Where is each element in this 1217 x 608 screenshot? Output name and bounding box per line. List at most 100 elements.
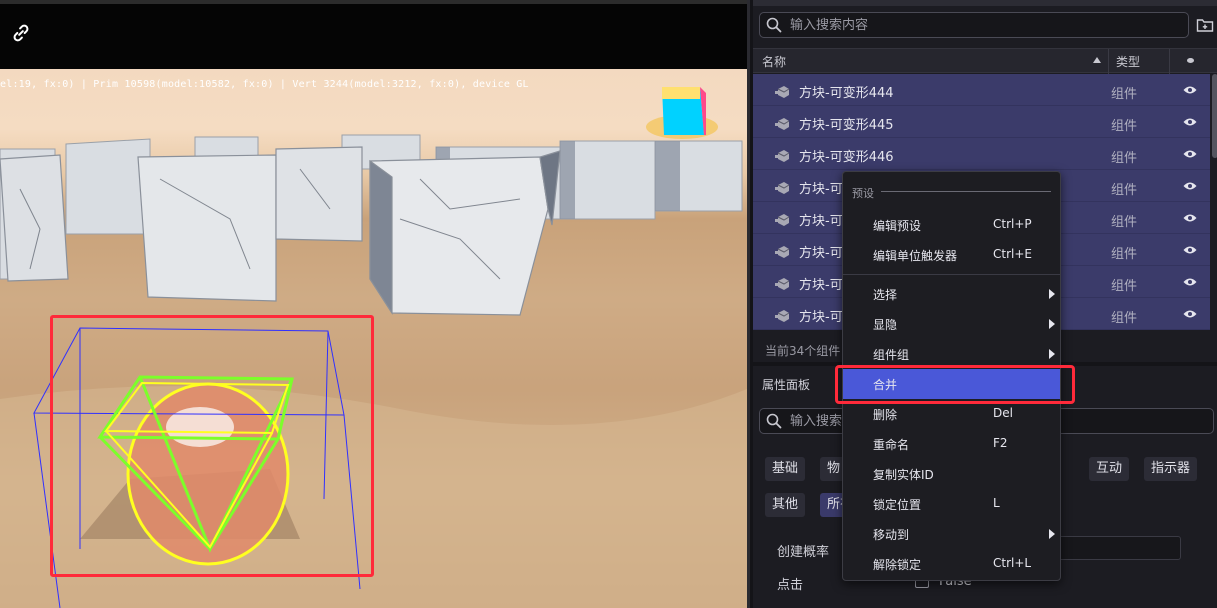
row-name: 方块-可	[799, 310, 843, 325]
component-icon	[775, 86, 790, 98]
row-type: 组件	[1111, 87, 1138, 102]
menu-item-shortcut: Ctrl+E	[993, 247, 1032, 261]
menu-item-label: 重命名	[873, 438, 910, 452]
outliner-row[interactable]: 方块-可变形446 组件	[753, 138, 1210, 170]
eye-icon[interactable]	[1183, 277, 1197, 287]
sort-ascending-icon[interactable]	[1093, 57, 1101, 63]
row-type: 组件	[1111, 119, 1138, 134]
menu-delete[interactable]: 删除 Del	[843, 399, 1060, 429]
row-type: 组件	[1111, 247, 1138, 262]
outliner-search-input[interactable]	[790, 16, 1170, 34]
menu-item-label: 编辑单位触发器	[873, 249, 958, 263]
menu-item-shortcut: Del	[993, 406, 1013, 420]
scene-drawing	[0, 87, 747, 608]
row-type: 组件	[1111, 183, 1138, 198]
component-icon	[775, 182, 790, 194]
menu-item-label: 复制实体ID	[873, 468, 934, 482]
menu-visibility[interactable]: 显隐	[843, 309, 1060, 339]
row-name: 方块-可变形445	[799, 118, 894, 133]
menu-component-group[interactable]: 组件组	[843, 339, 1060, 369]
menu-item-shortcut: F2	[993, 436, 1008, 450]
component-count: 当前34个组件	[765, 344, 841, 358]
submenu-arrow-icon	[1049, 529, 1055, 539]
menu-copy-entity-id[interactable]: 复制实体ID	[843, 459, 1060, 489]
outliner-row[interactable]: 方块-可变形444 组件	[753, 74, 1210, 106]
menu-item-label: 删除	[873, 408, 898, 422]
row-type: 组件	[1111, 151, 1138, 166]
eye-icon[interactable]	[1183, 149, 1197, 159]
menu-item-label: 解除锁定	[873, 558, 922, 572]
row-name: 方块-可变形444	[799, 86, 894, 101]
category-interaction[interactable]: 互动	[1089, 457, 1130, 481]
submenu-arrow-icon	[1049, 319, 1055, 329]
scrollbar-thumb[interactable]	[1212, 74, 1217, 158]
column-divider[interactable]	[1108, 49, 1109, 74]
menu-item-shortcut: Ctrl+P	[993, 217, 1032, 231]
menu-item-shortcut: Ctrl+L	[993, 556, 1032, 570]
component-icon	[775, 118, 790, 130]
menu-item-label: 编辑预设	[873, 219, 922, 233]
search-icon	[766, 413, 782, 429]
submenu-arrow-icon	[1049, 349, 1055, 359]
eye-icon[interactable]	[1183, 213, 1197, 223]
scene-render[interactable]: el:19, fx:0) | Prim 10598(model:10582, f…	[0, 69, 747, 608]
outliner-scrollbar[interactable]	[1212, 74, 1217, 330]
category-basic[interactable]: 基础	[765, 457, 806, 481]
label-create-probability: 创建概率	[777, 545, 830, 560]
link-icon[interactable]	[10, 22, 32, 44]
eye-icon[interactable]	[1183, 181, 1197, 191]
outliner-search[interactable]	[759, 12, 1189, 38]
outliner-row[interactable]: 方块-可变形445 组件	[753, 106, 1210, 138]
menu-section-title: 预设	[852, 187, 874, 200]
menu-item-label: 组件组	[873, 348, 910, 362]
menu-edit-unit-trigger[interactable]: 编辑单位触发器 Ctrl+E	[843, 240, 1060, 270]
search-icon	[766, 17, 782, 33]
row-name: 方块-可	[799, 278, 843, 293]
menu-lock-position[interactable]: 锁定位置 L	[843, 489, 1060, 519]
component-icon	[775, 150, 790, 162]
scene-viewport[interactable]: el:19, fx:0) | Prim 10598(model:10582, f…	[0, 0, 747, 608]
menu-move-to[interactable]: 移动到	[843, 519, 1060, 549]
visibility-column-icon	[1187, 58, 1194, 63]
viewport-toolbar	[0, 0, 747, 69]
eye-icon[interactable]	[1183, 245, 1197, 255]
component-icon	[775, 214, 790, 226]
menu-item-label: 显隐	[873, 318, 898, 332]
menu-separator	[843, 274, 1060, 275]
column-divider[interactable]	[1169, 49, 1170, 74]
component-icon	[775, 310, 790, 322]
menu-item-label: 合并	[873, 378, 898, 392]
eye-icon[interactable]	[1183, 117, 1197, 127]
menu-item-label: 锁定位置	[873, 498, 922, 512]
menu-merge[interactable]: 合并	[843, 369, 1060, 399]
eye-icon[interactable]	[1183, 309, 1197, 319]
row-name: 方块-可	[799, 214, 843, 229]
submenu-arrow-icon	[1049, 289, 1055, 299]
row-type: 组件	[1111, 279, 1138, 294]
menu-rename[interactable]: 重命名 F2	[843, 429, 1060, 459]
row-name: 方块-可变形446	[799, 150, 894, 165]
row-type: 组件	[1111, 311, 1138, 326]
category-indicator[interactable]: 指示器	[1144, 457, 1198, 481]
column-type[interactable]: 类型	[1116, 53, 1140, 70]
column-name[interactable]: 名称	[762, 53, 786, 70]
eye-icon[interactable]	[1183, 85, 1197, 95]
properties-title: 属性面板	[762, 378, 811, 392]
menu-item-label: 选择	[873, 288, 898, 302]
context-menu: 预设 编辑预设 Ctrl+P 编辑单位触发器 Ctrl+E 选择显隐组件组合并删除 Del…	[842, 171, 1061, 581]
component-icon	[775, 246, 790, 258]
menu-unlock[interactable]: 解除锁定 Ctrl+L	[843, 549, 1060, 579]
label-click: 点击	[777, 578, 804, 593]
menu-select[interactable]: 选择	[843, 279, 1060, 309]
component-icon	[775, 278, 790, 290]
menu-item-shortcut: L	[993, 496, 1000, 510]
category-other[interactable]: 其他	[765, 493, 806, 517]
add-folder-icon[interactable]	[1196, 16, 1214, 34]
menu-item-label: 移动到	[873, 528, 910, 542]
menu-section-divider	[881, 191, 1051, 192]
row-name: 方块-可	[799, 246, 843, 261]
outliner-table-header: 名称 类型	[753, 48, 1217, 74]
render-stats: el:19, fx:0) | Prim 10598(model:10582, f…	[0, 79, 529, 90]
row-name: 方块-可	[799, 182, 843, 197]
menu-edit-preset[interactable]: 编辑预设 Ctrl+P	[843, 210, 1060, 240]
